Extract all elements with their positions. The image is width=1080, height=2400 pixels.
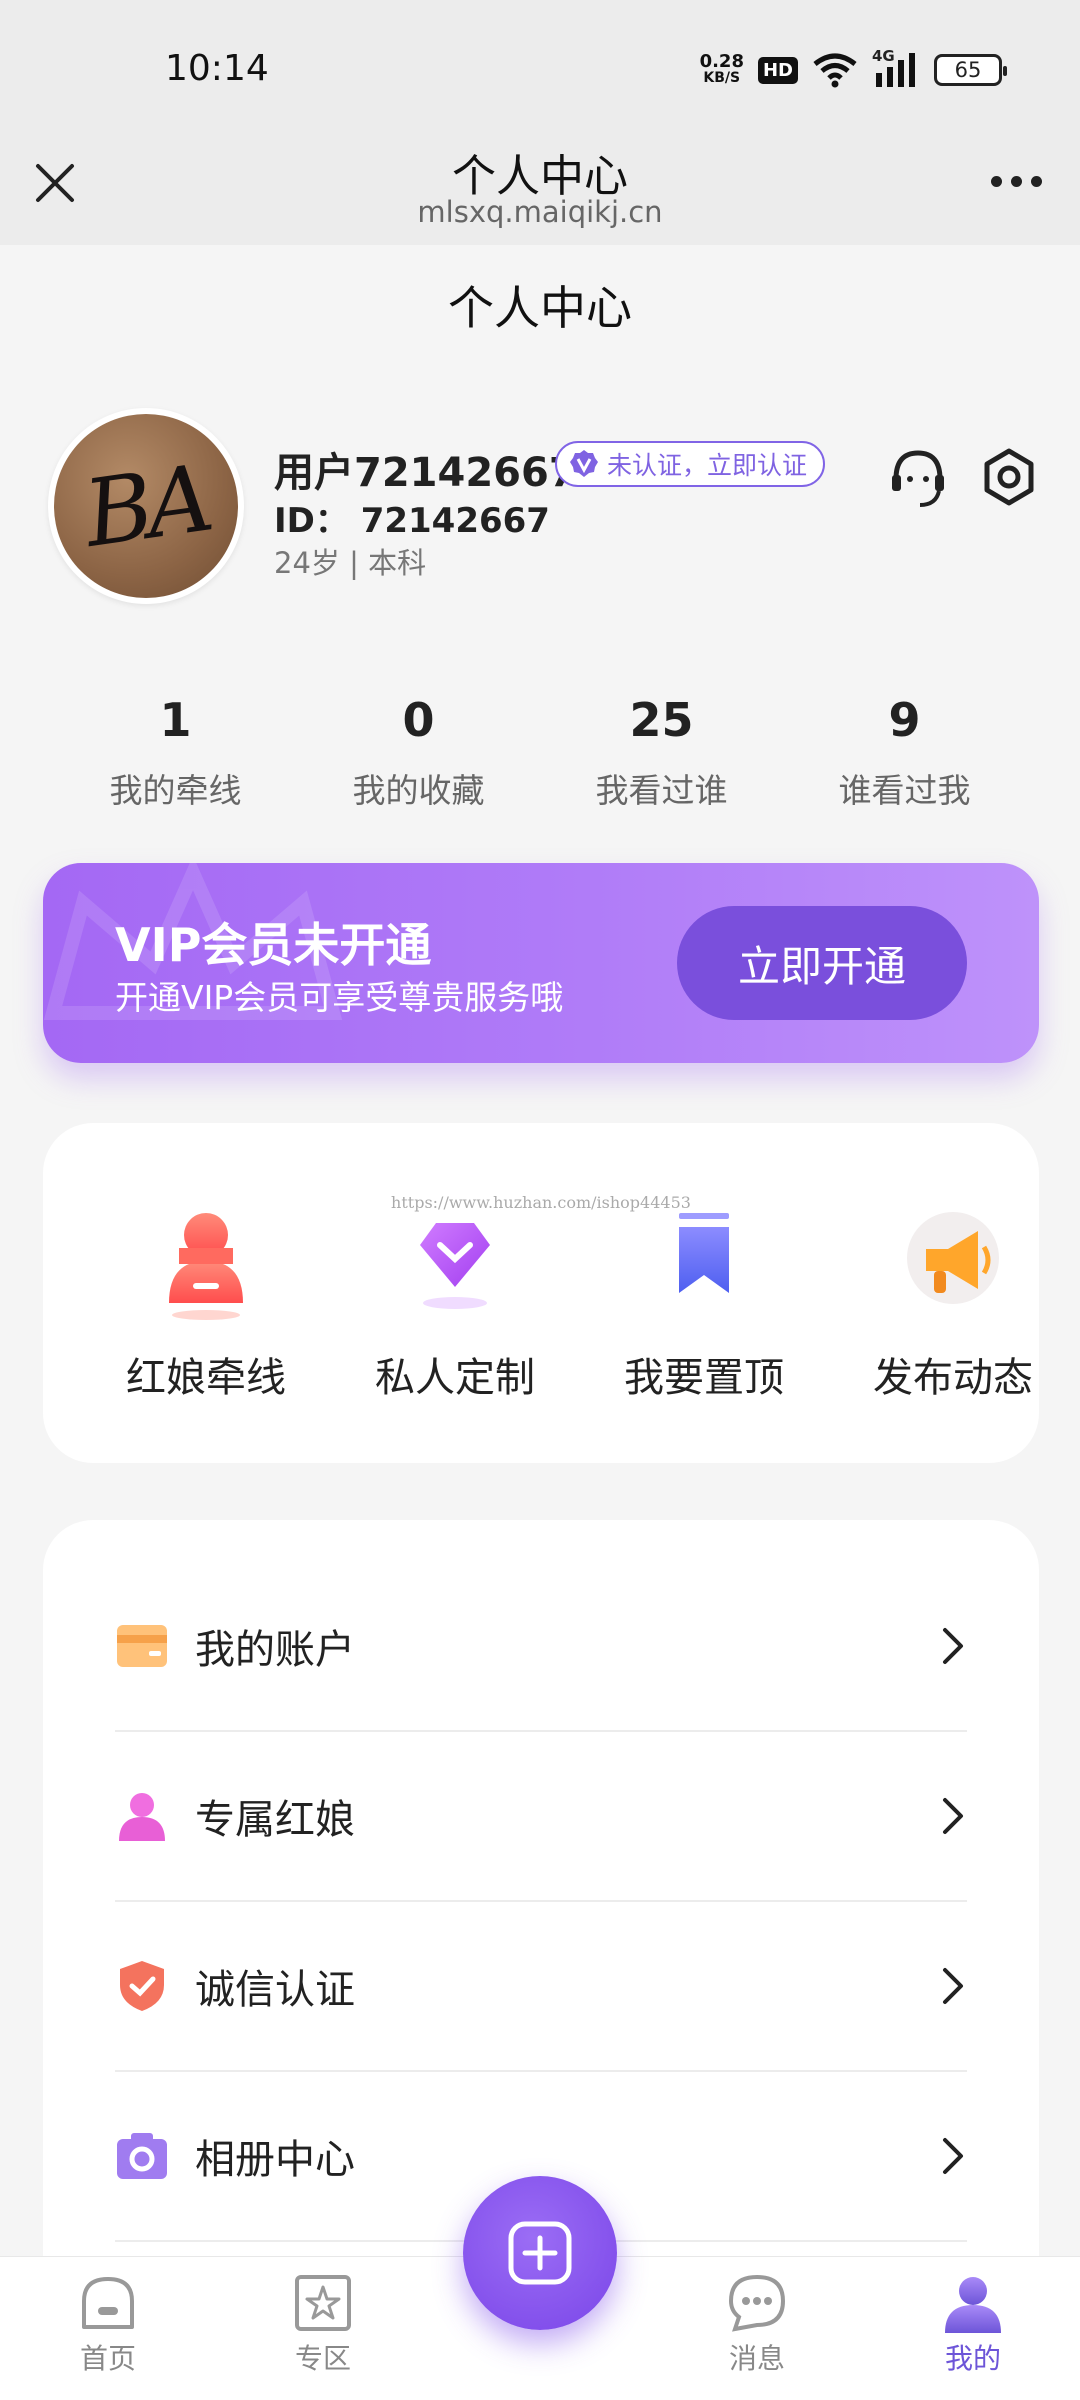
tab-messages[interactable]: 消息: [697, 2271, 817, 2377]
bookmark-icon: [679, 1213, 729, 1293]
verify-icon: [570, 450, 598, 477]
battery-level: 65: [954, 58, 982, 82]
user-name: 用户72142667: [274, 450, 577, 496]
stat-my-matches[interactable]: 1 我的牵线: [81, 690, 271, 812]
settings-icon[interactable]: [979, 447, 1039, 507]
tab-profile[interactable]: 我的: [913, 2271, 1033, 2377]
tab-label: 我的: [944, 2342, 1001, 2375]
menu-item-label: 我的账户: [195, 1627, 355, 1673]
chevron-right-icon: [943, 1798, 963, 1834]
stat-i-viewed[interactable]: 25 我看过谁: [567, 690, 757, 812]
add-icon: [508, 2221, 572, 2285]
customer-service-icon[interactable]: [888, 445, 948, 515]
home-icon: [82, 2277, 134, 2329]
megaphone-icon: [907, 1212, 999, 1304]
status-time: 10:14: [165, 48, 269, 89]
message-icon: [728, 2274, 786, 2332]
page-title: 个人中心: [448, 281, 632, 335]
verify-label: 未认证，立即认证: [607, 451, 808, 480]
stat-value: 1: [159, 693, 192, 747]
chevron-right-icon: [943, 1628, 963, 1664]
star-icon: [295, 2275, 351, 2331]
battery-icon: 65: [934, 54, 1007, 86]
vip-banner: VIP会员未开通 开通VIP会员可享受尊贵服务哦 立即开通: [43, 863, 1039, 1063]
vip-title: VIP会员未开通: [115, 918, 432, 972]
avatar-text: BA: [78, 444, 214, 568]
menu-item-label: 诚信认证: [195, 1967, 355, 2013]
stat-label: 我的收藏: [352, 771, 485, 810]
stat-label: 谁看过我: [838, 771, 971, 810]
menu-item-account[interactable]: 我的账户: [115, 1562, 967, 1732]
menu-item-verification[interactable]: 诚信认证: [115, 1902, 967, 2072]
tab-label: 专区: [294, 2342, 351, 2375]
tab-label: 首页: [79, 2342, 136, 2375]
quick-action-label: 发布动态: [873, 1355, 1033, 1401]
user-meta: 24岁 | 本科: [274, 546, 427, 580]
browser-header: 个人中心 mlsxq.maiqikj.cn: [0, 140, 1080, 245]
status-indicators: 0.28 KB/S HD 4G 65: [700, 47, 1007, 92]
profile-icon: [945, 2277, 1001, 2333]
matchmaker-icon: [169, 1213, 243, 1320]
stat-value: 9: [888, 693, 921, 747]
more-icon[interactable]: [991, 176, 1042, 187]
stats-row: 1 我的牵线 0 我的收藏 25 我看过谁 9 谁看过我: [0, 690, 1080, 812]
verify-badge[interactable]: 未认证，立即认证: [555, 441, 826, 487]
avatar[interactable]: BA: [48, 408, 244, 604]
status-bar: 10:14 0.28 KB/S HD 4G 65: [0, 0, 1080, 140]
stat-label: 我看过谁: [595, 771, 728, 810]
person-icon: [119, 1793, 165, 1841]
stat-my-favorites[interactable]: 0 我的收藏: [324, 690, 514, 812]
quick-action-matchmaker[interactable]: 红娘牵线: [106, 1203, 306, 1403]
cellular-signal-icon: 4G: [872, 47, 920, 89]
vip-subtitle: 开通VIP会员可享受尊贵服务哦: [115, 978, 564, 1017]
stat-viewed-me[interactable]: 9 谁看过我: [810, 690, 1000, 812]
menu-item-label: 相册中心: [195, 2137, 355, 2183]
publish-button[interactable]: [463, 2176, 617, 2330]
quick-action-pin-top[interactable]: 我要置顶: [604, 1203, 804, 1403]
tab-label: 消息: [728, 2342, 785, 2375]
menu-item-label: 专属红娘: [195, 1797, 355, 1843]
chevron-right-icon: [943, 2138, 963, 2174]
quick-action-label: 红娘牵线: [126, 1355, 286, 1401]
wifi-icon: [813, 53, 857, 88]
header-url: mlsxq.maiqikj.cn: [417, 195, 663, 229]
stat-label: 我的牵线: [109, 771, 242, 810]
stat-value: 0: [402, 693, 435, 747]
diamond-icon: [420, 1223, 490, 1309]
avatar-image: BA: [54, 414, 238, 598]
shield-icon: [120, 1961, 164, 2011]
quick-action-custom[interactable]: 私人定制: [355, 1203, 555, 1403]
speed-unit: KB/S: [703, 70, 741, 86]
speed-value: 0.28: [699, 51, 744, 72]
camera-icon: [117, 2133, 167, 2179]
tab-zone[interactable]: 专区: [263, 2271, 383, 2377]
hd-badge: HD: [757, 56, 798, 84]
vip-activate-button[interactable]: 立即开通: [677, 906, 967, 1020]
quick-actions-card: https://www.huzhan.com/ishop44453 红娘牵线 私…: [43, 1123, 1039, 1463]
stat-value: 25: [629, 693, 694, 747]
menu-item-matchmaker[interactable]: 专属红娘: [115, 1732, 967, 1902]
quick-action-post[interactable]: 发布动态: [853, 1203, 1053, 1403]
quick-action-label: 我要置顶: [624, 1355, 784, 1401]
user-id: ID： 72142667: [274, 501, 550, 541]
wallet-icon: [117, 1625, 167, 1667]
quick-action-label: 私人定制: [375, 1355, 535, 1401]
network-speed: 0.28 KB/S: [700, 53, 744, 87]
chevron-right-icon: [943, 1968, 963, 2004]
tab-home[interactable]: 首页: [48, 2271, 168, 2377]
